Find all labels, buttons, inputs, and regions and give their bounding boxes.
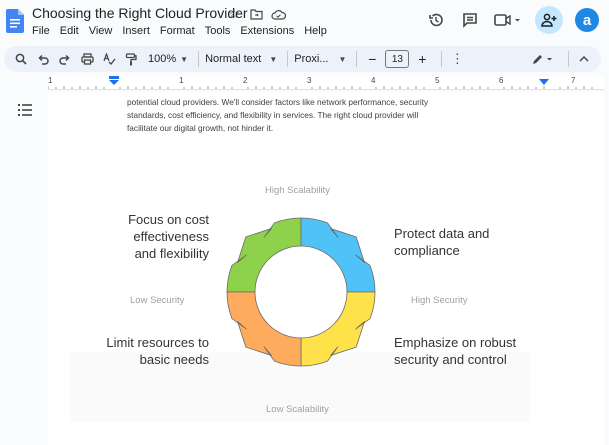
history-icon[interactable]: [425, 9, 447, 31]
search-menus-icon[interactable]: [12, 49, 30, 69]
style-caret-icon: ▼: [269, 54, 278, 64]
ruler-label: 5: [435, 76, 440, 85]
right-indent-marker-icon[interactable]: [538, 78, 550, 86]
ruler-label: 2: [243, 76, 248, 85]
decrease-font-size-button[interactable]: −: [363, 49, 381, 69]
body-line: standards, cost efficiency, and flexibil…: [127, 110, 419, 120]
menu-file[interactable]: File: [32, 25, 50, 37]
increase-font-size-button[interactable]: +: [413, 49, 431, 69]
style-select[interactable]: Normal text ▼: [205, 49, 277, 69]
toolbar: 100% ▼ Normal text ▼ Proxi... ▼ − 13 + ⋮: [4, 46, 601, 72]
collapse-toolbar-icon[interactable]: [575, 49, 593, 69]
label-line: and flexibility: [134, 246, 209, 261]
zoom-value: 100%: [148, 53, 177, 65]
menu-tools[interactable]: Tools: [205, 25, 231, 37]
segment-bottom-right[interactable]: [300, 291, 376, 367]
more-options-icon[interactable]: ⋮: [448, 49, 466, 69]
font-caret-icon: ▼: [338, 54, 347, 64]
zoom-caret-icon: ▼: [180, 54, 189, 64]
ruler-label: 1: [48, 76, 53, 85]
label-line: Limit resources to: [106, 335, 209, 350]
segment-top-right[interactable]: [300, 217, 376, 293]
divider: [287, 51, 289, 67]
font-size-input[interactable]: 13: [385, 50, 410, 68]
cloud-saved-icon[interactable]: [270, 6, 286, 22]
ruler-label: 4: [371, 76, 376, 85]
title-actions: ☆: [226, 6, 286, 22]
ruler-label: 7: [571, 76, 576, 85]
label-line: Emphasize on robust: [394, 335, 517, 350]
meet-icon[interactable]: [493, 9, 523, 31]
divider: [198, 51, 200, 67]
zoom-select[interactable]: 100% ▼: [148, 49, 188, 69]
menu-view[interactable]: View: [89, 25, 113, 37]
ruler-label: 1: [179, 76, 184, 85]
label-line: effectiveness: [133, 229, 209, 244]
share-button[interactable]: [535, 6, 563, 34]
menu-help[interactable]: Help: [304, 25, 327, 37]
redo-icon[interactable]: [56, 49, 74, 69]
paint-format-icon[interactable]: [122, 49, 140, 69]
axis-label-bottom: Low Scalability: [266, 404, 329, 415]
menu-edit[interactable]: Edit: [60, 25, 79, 37]
menu-format[interactable]: Format: [160, 25, 195, 37]
header-actions: a: [425, 6, 599, 34]
document-page[interactable]: potential cloud providers. We'll conside…: [48, 92, 604, 445]
left-indent-marker-icon[interactable]: [108, 76, 120, 86]
divider: [568, 51, 569, 67]
docs-logo-icon[interactable]: [6, 9, 24, 33]
ruler[interactable]: 1 1 2 3 4 5 6 7: [0, 76, 609, 90]
avatar[interactable]: a: [575, 8, 599, 32]
undo-icon[interactable]: [34, 49, 52, 69]
font-select[interactable]: Proxi... ▼: [294, 49, 346, 69]
label-line: basic needs: [139, 352, 209, 367]
comments-icon[interactable]: [459, 9, 481, 31]
axis-label-right: High Security: [411, 295, 468, 306]
menu-extensions[interactable]: Extensions: [240, 25, 294, 37]
move-folder-icon[interactable]: [248, 6, 264, 22]
editing-mode-button[interactable]: [530, 49, 558, 69]
label-line: compliance: [394, 243, 460, 258]
quadrant-label-bottom-right: Emphasize on robust security and control: [394, 334, 534, 368]
title-bar: Choosing the Right Cloud Provider ☆ File…: [0, 0, 609, 44]
ruler-track[interactable]: 1 1 2 3 4 5 6 7: [48, 76, 604, 90]
body-line: potential cloud providers. We'll conside…: [127, 97, 429, 107]
divider: [441, 51, 443, 67]
star-icon[interactable]: ☆: [226, 6, 242, 22]
style-value: Normal text: [205, 53, 262, 65]
document-outline-icon[interactable]: [18, 104, 32, 116]
label-line: Protect data and: [394, 226, 490, 241]
print-icon[interactable]: [78, 49, 96, 69]
body-paragraph[interactable]: potential cloud providers. We'll conside…: [127, 96, 467, 135]
segment-bottom-left[interactable]: [226, 291, 302, 367]
menu-bar: File Edit View Insert Format Tools Exten…: [32, 25, 327, 37]
cycle-diagram[interactable]: [221, 212, 381, 372]
quadrant-label-bottom-left: Limit resources to basic needs: [88, 334, 209, 368]
document-title[interactable]: Choosing the Right Cloud Provider: [32, 5, 248, 21]
font-value: Proxi...: [294, 53, 329, 65]
label-line: Focus on cost: [128, 212, 209, 227]
axis-label-left: Low Security: [130, 295, 185, 306]
ruler-label: 3: [307, 76, 312, 85]
quadrant-label-top-right: Protect data and compliance: [394, 225, 524, 259]
body-line: facilitate our digital growth, not hinde…: [127, 123, 274, 133]
label-line: security and control: [394, 352, 507, 367]
spellcheck-icon[interactable]: [100, 49, 118, 69]
ruler-ticks: [48, 86, 593, 89]
segment-top-left[interactable]: [226, 217, 302, 293]
ruler-label: 6: [499, 76, 504, 85]
axis-label-top: High Scalability: [265, 185, 330, 196]
divider: [356, 51, 358, 67]
quadrant-label-top-left: Focus on cost effectiveness and flexibil…: [108, 211, 209, 262]
menu-insert[interactable]: Insert: [122, 25, 150, 37]
